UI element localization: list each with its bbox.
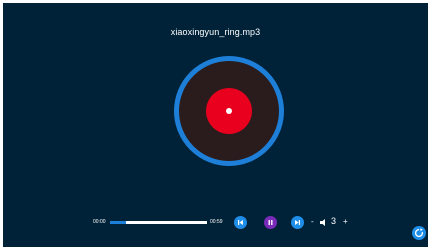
pause-icon: [268, 220, 273, 225]
track-title: xiaoxingyun_ring.mp3: [170, 27, 261, 37]
volume-level: 3: [331, 216, 337, 226]
vinyl-disc: [174, 56, 284, 166]
pause-button[interactable]: [264, 216, 277, 229]
disc-center-hole: [226, 108, 232, 114]
progress-bar[interactable]: [110, 221, 207, 224]
refresh-button[interactable]: [412, 226, 426, 240]
speaker-icon: [320, 219, 325, 226]
volume-down-button[interactable]: -: [311, 218, 314, 226]
disc-label: [206, 88, 252, 134]
current-time: 00:00: [93, 219, 106, 225]
refresh-icon: [414, 228, 424, 238]
previous-button[interactable]: [234, 216, 247, 229]
skip-previous-icon: [238, 220, 243, 225]
duration-time: 00:59: [210, 219, 223, 225]
progress-bar-fill: [110, 221, 127, 224]
next-button[interactable]: [291, 216, 304, 229]
skip-next-icon: [295, 220, 300, 225]
music-player: xiaoxingyun_ring.mp3 00:00 00:59 - 3 +: [3, 3, 428, 247]
volume-up-button[interactable]: +: [343, 218, 348, 226]
